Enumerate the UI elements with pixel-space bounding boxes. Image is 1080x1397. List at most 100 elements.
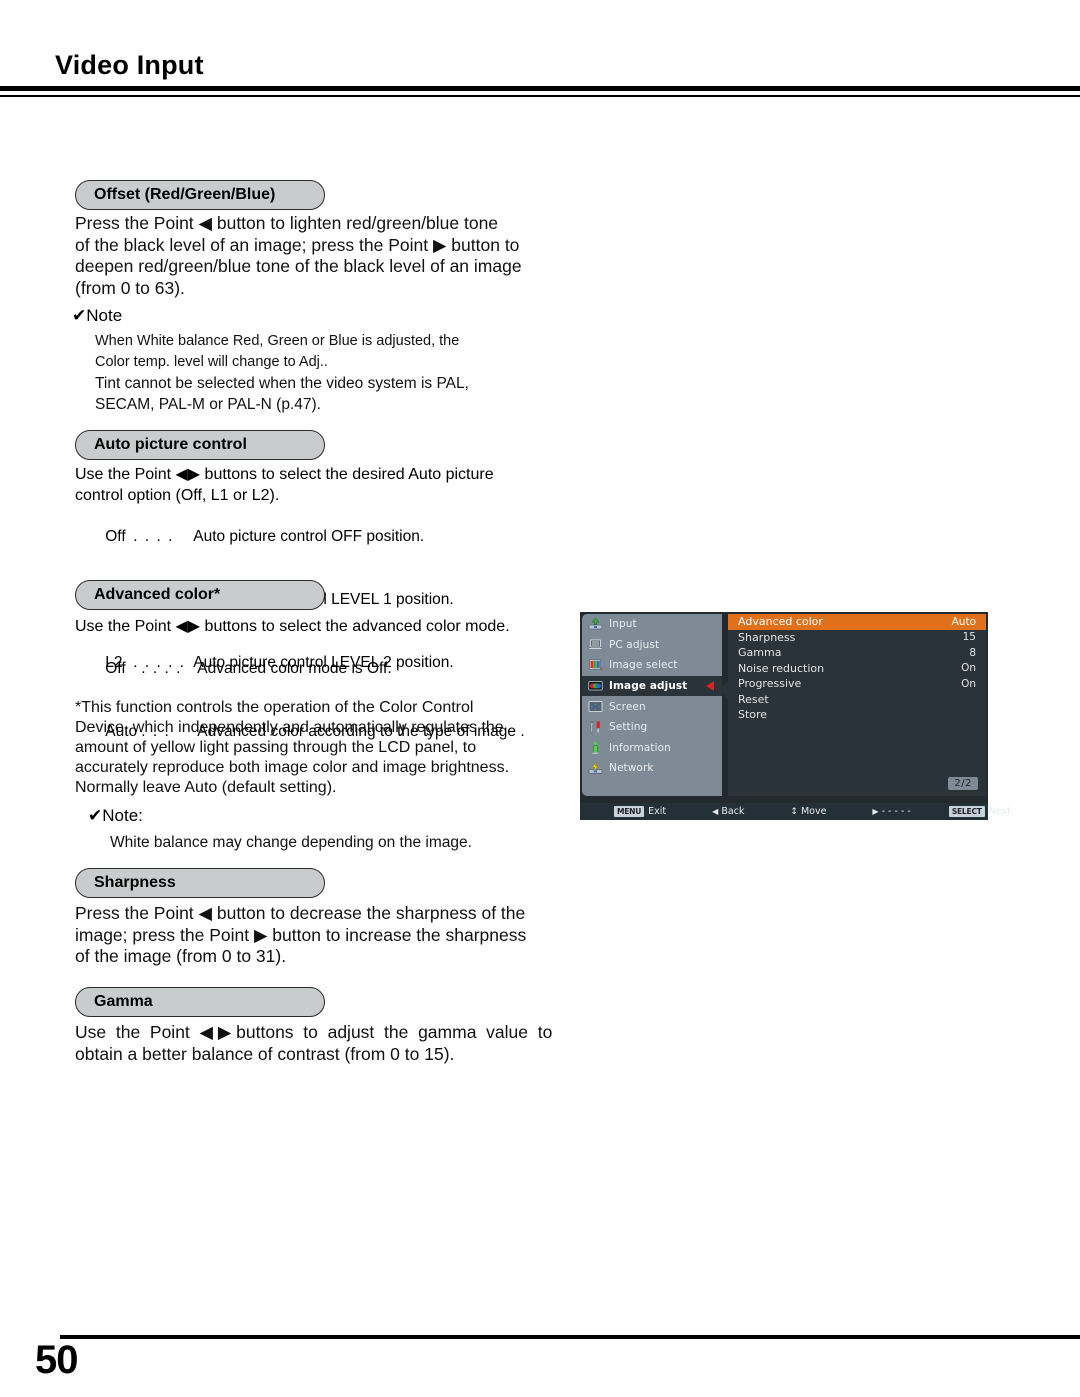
menu-row-store[interactable]: Store [728, 707, 986, 723]
osd-main-area: Input PC adjust Image select Image adjus… [580, 612, 988, 799]
sidebar-item-label: PC adjust [609, 638, 660, 651]
menu-row-label: Advanced color [738, 615, 823, 629]
section-advanced-color-heading: Advanced color* [75, 580, 325, 610]
advanced-color-option-key-1: Off [105, 660, 126, 677]
sidebar-item-label: Setting [609, 721, 648, 734]
select-key-icon: SELECT [948, 806, 985, 817]
advanced-color-footnote-line-4: accurately reproduce both image color an… [75, 759, 510, 776]
offset-para-line-2: of the black level of an image; press th… [75, 234, 520, 255]
menu-row-value: On [961, 677, 976, 690]
sidebar-item-input[interactable]: Input [582, 614, 722, 635]
sidebar-item-information[interactable]: Information [582, 738, 722, 759]
status-back[interactable]: ◀ Back [712, 806, 744, 817]
section-sharpness-heading: Sharpness [75, 868, 325, 898]
sidebar-item-image-select[interactable]: Image select [582, 655, 722, 676]
sidebar-item-label: Input [609, 618, 637, 631]
auto-picture-para-line-1: Use the Point ◀▶ buttons to select the d… [75, 466, 494, 483]
section-offset-paragraph: Press the Point ◀ button to lighten red/… [75, 213, 545, 299]
menu-row-reset[interactable]: Reset [728, 692, 986, 708]
offset-note-label: ✔Note [72, 306, 123, 325]
menu-key-icon: MENU [614, 806, 645, 817]
gamma-heading: Gamma [75, 987, 325, 1017]
sharpness-heading: Sharpness [75, 868, 325, 898]
menu-row-progressive[interactable]: Progressive On [728, 676, 986, 692]
advanced-color-option-desc-1: Advanced color mode is Off. [197, 660, 392, 677]
section-advanced-color-paragraph: Use the Point ◀▶ buttons to select the a… [75, 616, 565, 637]
status-exit[interactable]: MENU Exit [614, 806, 666, 817]
image-adjust-icon [588, 679, 603, 693]
sidebar-item-pc-adjust[interactable]: PC adjust [582, 635, 722, 656]
advanced-color-note-body: White balance may change depending on th… [110, 832, 550, 853]
sidebar-item-label: Image select [609, 659, 678, 672]
auto-picture-option-row: Off . . . . Auto picture control OFF posit… [88, 505, 548, 568]
auto-picture-heading: Auto picture control [75, 430, 325, 460]
sharpness-para-line-2: image; press the Point ▶ button to incre… [75, 924, 527, 945]
advanced-color-footnote-line-3: amount of yellow light passing through t… [75, 739, 477, 756]
menu-row-gamma[interactable]: Gamma 8 [728, 645, 986, 661]
menu-row-noise-reduction[interactable]: Noise reduction On [728, 661, 986, 677]
advanced-color-footnote-line-1: *This function controls the operation of… [75, 699, 474, 716]
advanced-color-footnote-line-2: Device, which independently and automati… [75, 719, 504, 736]
offset-note-line-3: Tint cannot be selected when the video s… [95, 375, 469, 392]
up-down-arrow-icon: ↕ [790, 806, 798, 817]
auto-picture-option-desc-1: Auto picture control OFF position. [193, 528, 425, 545]
auto-picture-option-key-1: Off [105, 528, 126, 545]
offset-heading: Offset (Red/Green/Blue) [75, 180, 325, 210]
osd-status-bar: MENU Exit ◀ Back ↕ Move ▶ - - - - - SELE… [580, 803, 1011, 820]
sidebar-item-setting[interactable]: Setting [582, 717, 722, 738]
gamma-para-line-2: obtain a better balance of contrast (fro… [75, 1043, 455, 1064]
header-rule-thin [0, 95, 1080, 97]
offset-note-body: When White balance Red, Green or Blue is… [95, 331, 540, 415]
status-move[interactable]: ↕ Move [790, 806, 826, 817]
menu-row-sharpness[interactable]: Sharpness 15 [728, 630, 986, 646]
menu-row-advanced-color[interactable]: Advanced color Auto [728, 614, 986, 630]
status-label: Move [800, 806, 827, 817]
screen-icon [588, 700, 603, 714]
sharpness-para-line-1: Press the Point ◀ button to decrease the… [75, 903, 526, 923]
advanced-color-option-dots-1: . . . . [141, 660, 182, 677]
menu-row-value: 8 [969, 646, 976, 659]
page-number: 50 [35, 1338, 78, 1382]
sidebar-item-image-adjust[interactable]: Image adjust [582, 675, 722, 697]
offset-para-line-1: Press the Point ◀ button to lighten red/… [75, 213, 499, 233]
advanced-color-footnote-line-5: Normally leave Auto (default setting). [75, 779, 337, 796]
laptop-icon [588, 638, 603, 652]
network-icon [588, 761, 603, 775]
auto-picture-option-dots-1: . . . . [133, 528, 174, 545]
sidebar-item-label: Information [609, 741, 671, 754]
left-arrow-icon: ◀ [712, 807, 719, 816]
sidebar-item-label: Network [609, 762, 654, 775]
menu-row-value: Auto [951, 615, 976, 628]
sidebar-item-network[interactable]: Network [582, 758, 722, 779]
status-next[interactable]: SELECT Next [948, 806, 1011, 817]
menu-row-label: Reset [738, 692, 769, 706]
status-label: Back [721, 806, 745, 817]
section-sharpness-paragraph: Press the Point ◀ button to decrease the… [75, 903, 555, 968]
advanced-color-para-line-1: Use the Point ◀▶ buttons to select the a… [75, 618, 510, 635]
menu-row-label: Noise reduction [738, 661, 825, 675]
advanced-color-note-line-1: White balance may change depending on th… [110, 834, 472, 851]
advanced-color-option-row: Off . . . . Advanced color mode is Off. [88, 637, 568, 700]
sidebar-item-screen[interactable]: Screen [582, 696, 722, 717]
advanced-color-note-label: ✔Note: [88, 806, 143, 825]
status-label: - - - - - [881, 806, 911, 817]
advanced-color-heading: Advanced color* [75, 580, 325, 610]
gamma-para-line-1: Use the Point ◀ ▶ buttons to adjust the … [75, 1022, 553, 1042]
osd-page-indicator: 2/2 [948, 777, 978, 790]
menu-row-value: On [961, 662, 976, 675]
advanced-color-footnote: *This function controls the operation of… [75, 698, 555, 798]
offset-note-line-1: When White balance Red, Green or Blue is… [95, 333, 460, 349]
offset-note-line-2: Color temp. level will change to Adj.. [95, 354, 328, 370]
section-auto-picture-heading: Auto picture control [75, 430, 325, 460]
offset-note-line-4: SECAM, PAL-M or PAL-N (p.47). [95, 396, 321, 413]
menu-row-label: Sharpness [738, 630, 796, 644]
section-gamma-paragraph: Use the Point ◀ ▶ buttons to adjust the … [75, 1022, 565, 1065]
header-rule-thick [0, 86, 1080, 91]
osd-menu-screenshot: Input PC adjust Image select Image adjus… [580, 612, 1011, 820]
osd-sidebar: Input PC adjust Image select Image adjus… [582, 614, 722, 796]
page-title: Video Input [55, 50, 204, 80]
footer-rule [60, 1335, 1080, 1339]
status-dashes[interactable]: ▶ - - - - - [872, 806, 910, 817]
osd-menu-panel: Advanced color Auto Sharpness 15 Gamma 8… [728, 614, 986, 796]
selection-arrow-icon [706, 681, 714, 692]
